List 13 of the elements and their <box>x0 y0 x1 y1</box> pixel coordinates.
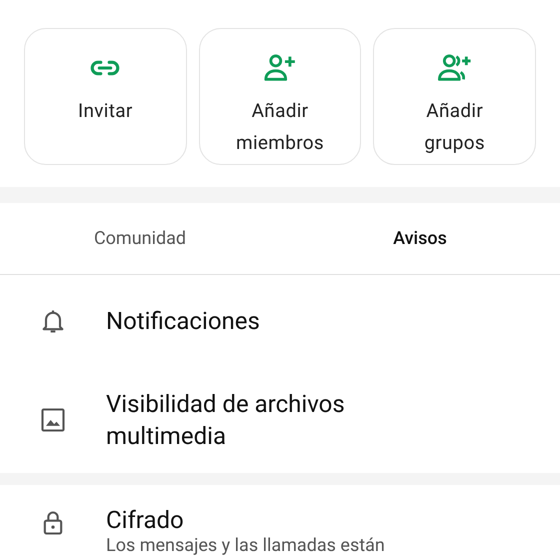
tab[interactable]: Comunidad <box>0 203 280 274</box>
image-icon <box>39 406 67 434</box>
item-title: Visibilidad de archivos multimedia <box>106 389 346 452</box>
item-title: Cifrado <box>106 505 185 535</box>
action-card[interactable]: Añadir grupos <box>373 28 536 165</box>
settings-item[interactable]: Notificaciones <box>0 275 560 367</box>
settings-item[interactable]: Cifrado Los mensajes y las llamadas están <box>0 485 560 557</box>
item-title: Notificaciones <box>106 306 261 337</box>
settings-item[interactable]: Visibilidad de archivos multimedia <box>0 367 560 473</box>
action-card[interactable]: Añadir miembros <box>198 28 362 165</box>
item-subtitle: Los mensajes y las llamadas están <box>106 535 385 557</box>
action-card[interactable]: Invitar <box>24 28 187 165</box>
tab[interactable]: Avisos <box>280 203 560 274</box>
